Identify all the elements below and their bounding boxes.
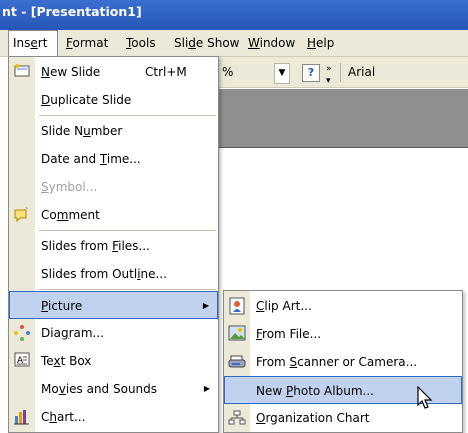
comment-icon — [12, 206, 31, 224]
from-file-icon — [227, 325, 246, 343]
zoom-dropdown-icon[interactable]: ▼ — [274, 63, 290, 84]
insert-menu: New Slide Ctrl+M Duplicate Slide Slide N… — [8, 56, 219, 433]
formatting-toolbar: % ▼ ? » ▾ Arial — [218, 57, 468, 88]
menu-insert[interactable]: Insert — [8, 30, 58, 57]
help-icon[interactable]: ? — [302, 64, 320, 82]
submenu-arrow-icon: ▶ — [203, 384, 210, 393]
menu-item-comment[interactable]: Comment — [9, 201, 218, 229]
menu-separator — [39, 289, 216, 290]
menu-slide-show[interactable]: Slide Show — [174, 30, 240, 56]
menu-separator — [39, 115, 216, 116]
org-chart-icon — [227, 409, 246, 427]
toolbar-options-icon[interactable]: » ▾ — [326, 63, 332, 86]
menu-tools[interactable]: Tools — [126, 30, 156, 56]
menu-item-text-box[interactable]: A Text Box — [9, 347, 218, 375]
menu-help[interactable]: Help — [307, 30, 334, 56]
shortcut-label: Ctrl+M — [145, 65, 187, 79]
menu-separator — [39, 230, 216, 231]
menu-item-from-scanner[interactable]: From Scanner or Camera... — [224, 348, 462, 376]
menu-format[interactable]: Format — [66, 30, 108, 56]
scanner-icon — [227, 353, 246, 371]
submenu-arrow-icon: ▶ — [202, 301, 209, 310]
new-slide-icon — [12, 63, 31, 81]
chart-icon — [12, 408, 31, 426]
menu-item-symbol[interactable]: Symbol... — [9, 173, 218, 201]
toolbar-separator — [340, 63, 341, 82]
mouse-cursor-icon — [417, 386, 433, 409]
menu-item-chart[interactable]: Chart... — [9, 403, 218, 431]
menu-bar: Insert Format Tools Slide Show Window He… — [0, 30, 468, 57]
menu-item-picture[interactable]: Picture ▶ — [9, 291, 218, 319]
diagram-icon — [12, 324, 31, 342]
menu-item-movies-sounds[interactable]: Movies and Sounds ▶ — [9, 375, 218, 403]
menu-item-diagram[interactable]: Diagram... — [9, 319, 218, 347]
menu-item-duplicate-slide[interactable]: Duplicate Slide — [9, 86, 218, 114]
zoom-percent[interactable]: % — [222, 63, 233, 82]
menu-item-slide-number[interactable]: Slide Number — [9, 117, 218, 145]
window-title: nt - [Presentation1] — [2, 4, 142, 19]
font-name-box[interactable]: Arial — [348, 63, 375, 82]
menu-item-clip-art[interactable]: Clip Art... — [224, 292, 462, 320]
menu-window[interactable]: Window — [248, 30, 295, 56]
workspace-header — [218, 89, 468, 147]
text-box-icon: A — [12, 352, 31, 370]
menu-item-date-time[interactable]: Date and Time... — [9, 145, 218, 173]
menu-item-from-file[interactable]: From File... — [224, 320, 462, 348]
title-bar: nt - [Presentation1] — [0, 0, 468, 30]
clip-art-icon — [227, 297, 246, 315]
menu-item-new-slide[interactable]: New Slide Ctrl+M — [9, 58, 218, 86]
menu-item-slides-from-outline[interactable]: Slides from Outline... — [9, 260, 218, 288]
menu-item-slides-from-files[interactable]: Slides from Files... — [9, 232, 218, 260]
